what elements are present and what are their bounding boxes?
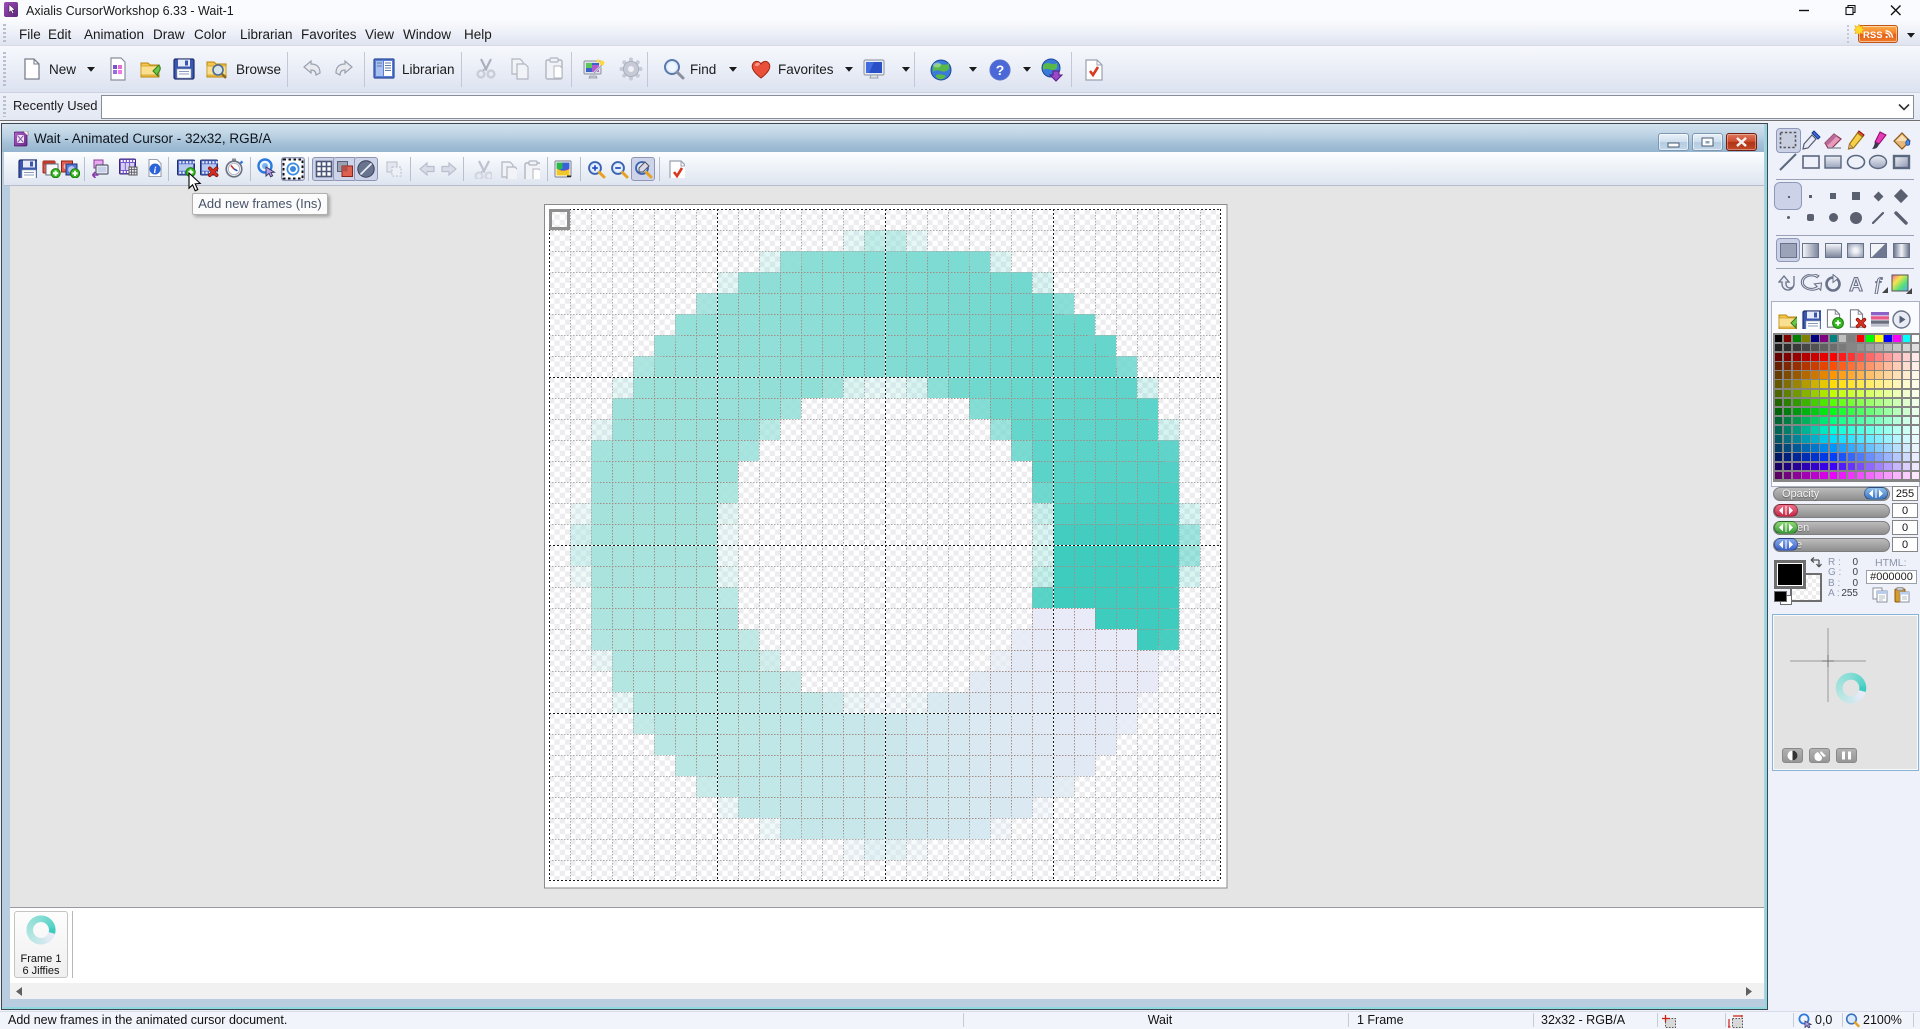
- svg-text:i: i: [154, 166, 157, 176]
- svg-text:RSS: RSS: [1863, 30, 1883, 41]
- svg-text:?: ?: [996, 62, 1005, 78]
- svg-text:f: f: [1875, 274, 1883, 294]
- svg-text:A: A: [1849, 275, 1863, 294]
